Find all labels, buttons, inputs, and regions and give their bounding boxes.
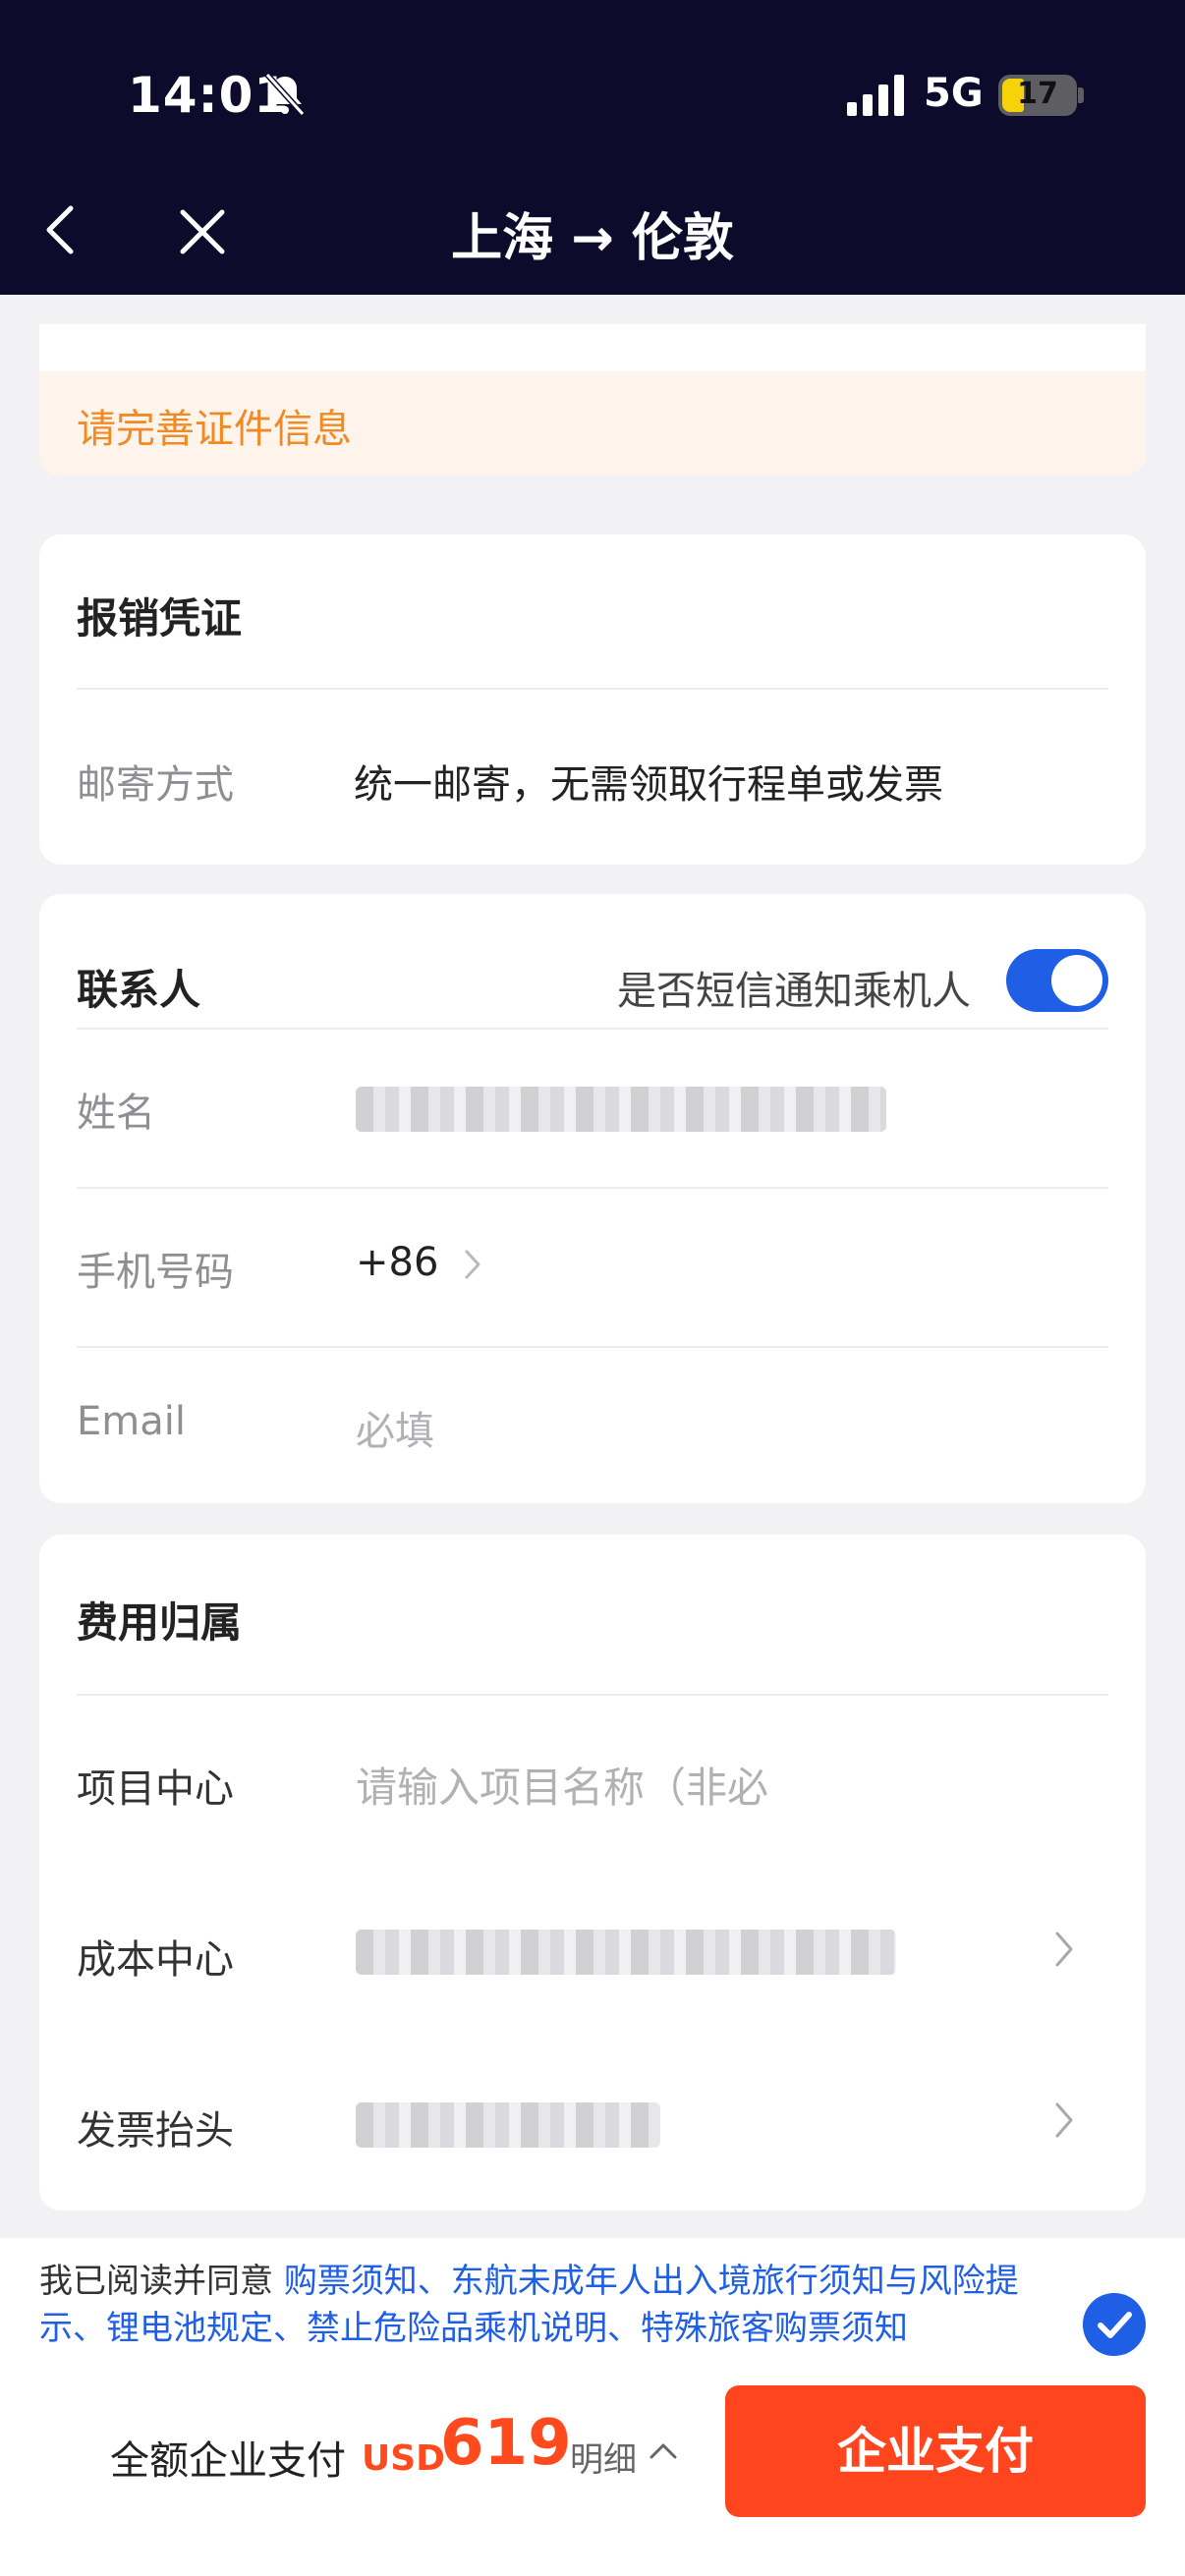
previous-card-bottom (39, 324, 1146, 371)
sms-notify-label: 是否短信通知乘机人 (617, 969, 971, 1014)
divider (77, 1028, 1108, 1030)
cost-center-label: 成本中心 (77, 1937, 234, 1983)
agreement-prefix: 我已阅读并同意 (39, 2262, 284, 2301)
payment-mode-label: 全额企业支付 (110, 2438, 346, 2484)
signal-icon (847, 75, 904, 116)
mail-method-label: 邮寄方式 (77, 762, 234, 808)
chevron-right-icon[interactable] (462, 1248, 483, 1281)
agreement-checkbox-checked-icon[interactable] (1083, 2293, 1146, 2356)
email-input[interactable]: 必填 (356, 1399, 434, 1456)
price-detail-toggle[interactable]: 明细 (570, 2433, 637, 2481)
divider (77, 1187, 1108, 1189)
route-title: 上海 → 伦敦 (451, 209, 734, 268)
divider (77, 688, 1108, 690)
mail-method-value: 统一邮寄，无需领取行程单或发票 (354, 762, 943, 808)
name-field-redacted[interactable] (356, 1087, 886, 1132)
battery-cap (1078, 87, 1084, 103)
contact-title: 联系人 (77, 966, 201, 1014)
battery-icon: 17 (998, 75, 1077, 116)
name-label: 姓名 (77, 1091, 155, 1136)
bell-muted-icon (264, 72, 306, 117)
chevron-right-icon[interactable] (1051, 1930, 1077, 1969)
cost-center-value-redacted[interactable] (356, 1930, 896, 1975)
phone-label: 手机号码 (77, 1250, 234, 1295)
agreement-text: 我已阅读并同意 购票须知、东航未成年人出入境旅行须知与风险提示、锂电池规定、禁止… (39, 2258, 1032, 2352)
network-label: 5G (924, 71, 984, 116)
expense-card: 费用归属 项目中心 请输入项目名称（非必 成本中心 发票抬头 (39, 1535, 1146, 2211)
booking-page: 14:01 5G 17 上海 → 伦敦 请完善证件信息 报销凭证 邮寄方式 统一… (0, 0, 1185, 2576)
project-center-label: 项目中心 (77, 1766, 234, 1812)
notice-text: 请完善证件信息 (77, 407, 352, 452)
expense-title: 费用归属 (77, 1598, 243, 1647)
email-label: Email (77, 1399, 186, 1444)
divider (77, 1694, 1108, 1696)
reimbursement-card: 报销凭证 邮寄方式 统一邮寄，无需领取行程单或发票 (39, 534, 1146, 865)
header-bar: 14:01 5G 17 上海 → 伦敦 (0, 0, 1185, 295)
divider (77, 1346, 1108, 1348)
currency-label: USD (362, 2438, 446, 2479)
chevron-up-icon[interactable] (647, 2435, 680, 2468)
invoice-title-label: 发票抬头 (77, 2108, 234, 2154)
total-amount: 619 (440, 2407, 572, 2480)
contact-card: 联系人 是否短信通知乘机人 姓名 手机号码 +86 Email 必填 (39, 894, 1146, 1503)
chevron-right-icon[interactable] (1051, 2100, 1077, 2140)
sms-notify-toggle[interactable] (1006, 949, 1108, 1012)
project-center-input[interactable]: 请输入项目名称（非必 (356, 1755, 837, 1815)
reimbursement-title: 报销凭证 (77, 594, 243, 643)
invoice-title-value-redacted[interactable] (356, 2102, 660, 2148)
battery-level: 17 (1017, 77, 1058, 111)
phone-country-code[interactable]: +86 (356, 1240, 438, 1285)
toggle-knob (1051, 955, 1102, 1006)
corporate-pay-button[interactable]: 企业支付 (725, 2385, 1146, 2517)
id-info-notice[interactable]: 请完善证件信息 (39, 371, 1146, 476)
